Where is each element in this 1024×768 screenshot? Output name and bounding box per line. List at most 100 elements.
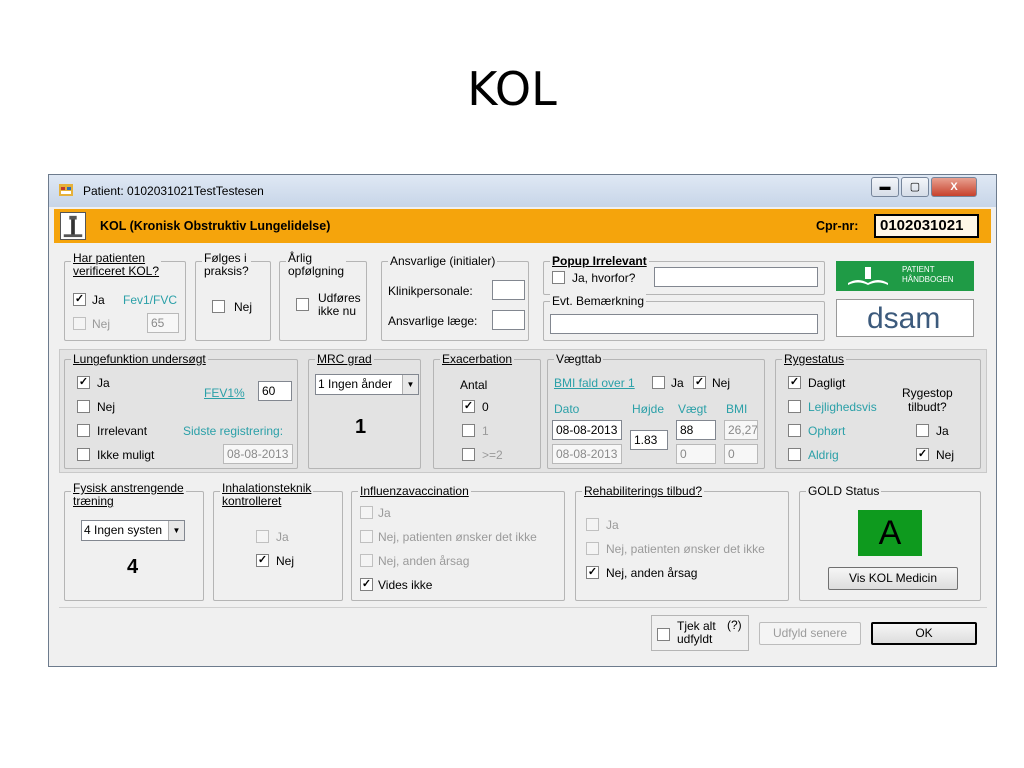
chevron-down-icon: ▼ xyxy=(168,521,184,540)
rygestop-nej-label: Nej xyxy=(936,448,955,462)
praksis-nej-checkbox[interactable] xyxy=(212,300,225,313)
chevron-down-icon: ▼ xyxy=(402,375,418,394)
bmi-nej-checkbox[interactable]: ✓ xyxy=(693,376,706,389)
influ-vides-label: Vides ikke xyxy=(378,578,433,592)
dsam-logo[interactable]: dsam xyxy=(836,299,974,337)
praksis-nej-label: Nej xyxy=(234,300,253,314)
close-button[interactable]: X xyxy=(931,177,977,197)
ryg-dagligt-checkbox[interactable]: ✓ xyxy=(788,376,801,389)
bemaerkning-field[interactable] xyxy=(550,314,818,334)
antal-label: Antal xyxy=(460,378,488,392)
bmi-ja-checkbox[interactable] xyxy=(652,376,665,389)
lunge-ikke-checkbox[interactable] xyxy=(77,448,90,461)
vaegt-field[interactable]: 88 xyxy=(676,420,716,440)
bemaerkning-group: Evt. Bemærkning xyxy=(543,294,825,341)
exac-1-label: 1 xyxy=(482,424,489,438)
bmi-field: 26,27 xyxy=(724,420,758,440)
influ-nej-pt-checkbox[interactable] xyxy=(360,530,373,543)
dato-field[interactable]: 08-08-2013 xyxy=(552,420,622,440)
fysisk-value: 4 xyxy=(127,556,139,578)
exac-2-checkbox[interactable] xyxy=(462,448,475,461)
lunge-ja-checkbox[interactable]: ✓ xyxy=(77,376,90,389)
exac-2-label: >=2 xyxy=(482,448,503,462)
fysisk-dropdown[interactable]: 4 Ingen systen ▼ xyxy=(81,520,185,541)
rehab-ja-checkbox[interactable] xyxy=(586,518,599,531)
popup-ja-checkbox[interactable] xyxy=(552,271,565,284)
lighthouse-icon xyxy=(60,212,86,240)
mrc-group: MRC grad 1 Ingen ånder ▼ 1 xyxy=(308,352,421,469)
tjek-alt-checkbox[interactable] xyxy=(657,628,670,641)
verify-ja-checkbox[interactable]: ✓ xyxy=(73,293,86,306)
laege-field[interactable] xyxy=(492,310,525,330)
patient-window: Patient: 0102031021TestTestesen ▬ ▢ X KO… xyxy=(48,174,997,667)
vis-kol-medicin-button[interactable]: Vis KOL Medicin xyxy=(828,567,958,590)
aarlig-group: Årlig opfølgning Udføres ikke nu xyxy=(279,252,367,341)
fysisk-group: Fysisk anstrengende træning 4 Ingen syste… xyxy=(64,482,204,601)
vaegt-group: Vægttab BMI fald over 1 Ja ✓ Nej Dato Hø… xyxy=(547,352,765,469)
cpr-label: Cpr-nr: xyxy=(816,219,859,233)
rygestop-ja-label: Ja xyxy=(936,424,949,438)
rygestop-ja-checkbox[interactable] xyxy=(916,424,929,437)
help-link[interactable]: (?) xyxy=(727,618,742,632)
lunge-group: Lungefunktion undersøgt ✓ Ja Nej Irrelev… xyxy=(64,352,298,469)
window-titlebar: Patient: 0102031021TestTestesen ▬ ▢ X xyxy=(49,175,996,207)
fev1-label: FEV1% xyxy=(204,386,245,400)
aarlig-checkbox[interactable] xyxy=(296,298,309,311)
app-icon xyxy=(59,184,73,196)
verify-nej-label: Nej xyxy=(92,317,111,331)
mrc-value: 1 xyxy=(355,416,367,438)
fev-fvc-field[interactable]: 65 xyxy=(147,313,179,333)
influ-nej-anden-label: Nej, anden årsag xyxy=(378,554,470,568)
exac-1-checkbox[interactable] xyxy=(462,424,475,437)
exac-group: Exacerbation Antal ✓ 0 1 >=2 xyxy=(433,352,541,469)
vaegt-prev-field: 0 xyxy=(676,444,716,464)
influ-vides-checkbox[interactable]: ✓ xyxy=(360,578,373,591)
lunge-ikke-label: Ikke muligt xyxy=(97,448,155,462)
influ-nej-anden-checkbox[interactable] xyxy=(360,554,373,567)
dato-header: Dato xyxy=(554,402,580,416)
rygestop-nej-checkbox[interactable]: ✓ xyxy=(916,448,929,461)
ryg-aldrig-checkbox[interactable] xyxy=(788,448,801,461)
popup-reason-field[interactable] xyxy=(654,267,818,287)
exac-0-checkbox[interactable]: ✓ xyxy=(462,400,475,413)
rehab-nej-anden-label: Nej, anden årsag xyxy=(606,566,698,580)
sidste-dato-field: 08-08-2013 xyxy=(223,444,293,464)
lunge-irrelevant-checkbox[interactable] xyxy=(77,424,90,437)
form-header: KOL (Kronisk Obstruktiv Lungelidelse) Cp… xyxy=(54,209,991,243)
rehab-ja-label: Ja xyxy=(606,518,619,532)
verify-nej-checkbox[interactable] xyxy=(73,317,86,330)
tjek-alt-label: Tjek alt udfyldt xyxy=(677,619,716,646)
lunge-ja-label: Ja xyxy=(97,376,110,390)
ok-button[interactable]: OK xyxy=(871,622,977,645)
window-title: Patient: 0102031021TestTestesen xyxy=(83,184,264,198)
inhal-ja-label: Ja xyxy=(276,530,289,544)
sidste-label: Sidste registrering: xyxy=(183,424,284,438)
influ-nej-pt-label: Nej, patienten ønsker det ikke xyxy=(378,530,537,544)
klinik-field[interactable] xyxy=(492,280,525,300)
rygestop-label: Rygestop tilbudt? xyxy=(902,386,953,414)
inhal-legend: Inhalationsteknik kontrolleret xyxy=(220,481,314,508)
ryg-ophoert-checkbox[interactable] xyxy=(788,424,801,437)
fev-fvc-label: Fev1/FVC xyxy=(123,293,178,307)
ryg-legend: Rygestatus xyxy=(782,352,847,366)
exac-legend: Exacerbation xyxy=(440,352,515,366)
rehab-nej-anden-checkbox[interactable]: ✓ xyxy=(586,566,599,579)
ansvarlige-legend: Ansvarlige (initialer) xyxy=(388,254,498,268)
rehab-nej-pt-checkbox[interactable] xyxy=(586,542,599,555)
udfyld-senere-button: Udfyld senere xyxy=(759,622,861,645)
maximize-button[interactable]: ▢ xyxy=(901,177,929,197)
ryg-dagligt-label: Dagligt xyxy=(808,376,846,390)
patient-handbogen-logo[interactable]: PATIENT HÅNDBOGEN xyxy=(836,261,974,291)
inhal-nej-checkbox[interactable]: ✓ xyxy=(256,554,269,567)
hoejde-field[interactable]: 1.83 xyxy=(630,430,668,450)
minimize-button[interactable]: ▬ xyxy=(871,177,899,197)
inhal-ja-checkbox[interactable] xyxy=(256,530,269,543)
influ-ja-checkbox[interactable] xyxy=(360,506,373,519)
fev1-field[interactable]: 60 xyxy=(258,381,292,401)
bmi-prev-field: 0 xyxy=(724,444,758,464)
slide-title: KOL xyxy=(467,62,557,116)
cpr-field[interactable]: 0102031021 xyxy=(874,214,979,238)
mrc-dropdown[interactable]: 1 Ingen ånder ▼ xyxy=(315,374,419,395)
lunge-nej-checkbox[interactable] xyxy=(77,400,90,413)
ryg-lejl-checkbox[interactable] xyxy=(788,400,801,413)
